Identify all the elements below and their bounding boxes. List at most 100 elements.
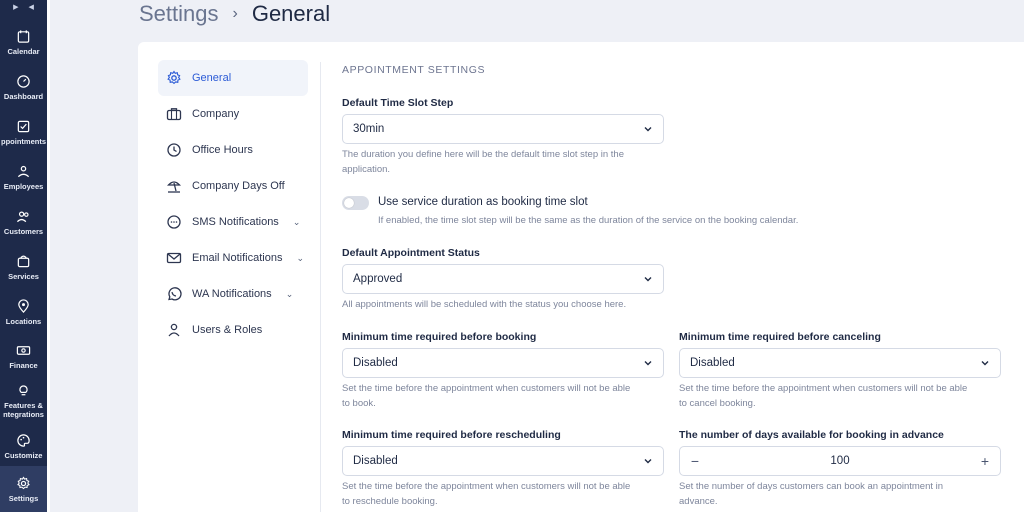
- days-advance-label: The number of days available for booking…: [679, 429, 944, 441]
- page-title: General: [251, 1, 331, 26]
- chevron-down-icon: [644, 459, 652, 464]
- rail-item-customize[interactable]: Customize: [0, 424, 47, 468]
- user-icon: [168, 323, 180, 337]
- sidebar-item-wa-notifications[interactable]: WA Notifications ⌄: [158, 276, 308, 312]
- help-line: to reschedule booking.: [342, 496, 438, 507]
- status-value: Approved: [353, 273, 403, 285]
- sidebar-item-company[interactable]: Company: [158, 96, 308, 132]
- service-duration-toggle[interactable]: [342, 196, 369, 210]
- status-select[interactable]: Approved: [342, 264, 664, 294]
- sidebar-item-label: Users & Roles: [192, 324, 263, 336]
- rail-item-locations[interactable]: Locations: [0, 290, 47, 334]
- chevron-down-icon: ⌄: [296, 252, 305, 263]
- before-rescheduling-value: Disabled: [353, 455, 398, 467]
- help-line: to cancel booking.: [679, 398, 756, 409]
- before-booking-value: Disabled: [353, 357, 398, 369]
- chevron-down-icon: ⌄: [285, 288, 294, 299]
- section-title: APPOINTMENT SETTINGS: [342, 64, 486, 76]
- help-line: to book.: [342, 398, 376, 409]
- sidebar-item-users-roles[interactable]: Users & Roles: [158, 312, 308, 348]
- before-canceling-select[interactable]: Disabled: [679, 348, 1001, 378]
- rail-label: Employees: [3, 181, 44, 191]
- rail-label: Settings: [8, 493, 39, 503]
- before-rescheduling-help: Set the time before the appointment when…: [342, 479, 630, 509]
- before-booking-label: Minimum time required before booking: [342, 331, 537, 343]
- sidebar-item-label: SMS Notifications: [192, 216, 279, 228]
- breadcrumb: Settings › General: [139, 0, 330, 28]
- rail-label: Customize: [4, 450, 43, 460]
- time-slot-label: Default Time Slot Step: [342, 97, 454, 109]
- rail-item-customers[interactable]: Customers: [0, 200, 47, 244]
- clock-icon: [167, 143, 181, 157]
- rail-label-second-line: ntegrations: [3, 410, 44, 419]
- decrement-button[interactable]: −: [688, 453, 702, 469]
- days-advance-value[interactable]: 100: [830, 455, 849, 467]
- collapse-toggle[interactable]: ▶ ◀: [0, 0, 47, 14]
- days-advance-stepper[interactable]: − 100 +: [679, 446, 1001, 476]
- rail-item-employees[interactable]: Employees: [0, 155, 47, 199]
- breadcrumb-parent[interactable]: Settings: [139, 1, 219, 27]
- rail-item-appointments[interactable]: ppointments: [0, 110, 47, 154]
- breadcrumb-separator-icon: ›: [232, 5, 238, 22]
- chevron-down-icon: [644, 127, 652, 132]
- rail-label: Calendar: [7, 46, 40, 56]
- chevron-down-icon: [981, 361, 989, 366]
- help-line: Set the time before the appointment when…: [342, 481, 631, 492]
- before-booking-select[interactable]: Disabled: [342, 348, 664, 378]
- rail-label: ppointments: [1, 136, 46, 146]
- customers-icon: [16, 210, 29, 222]
- time-slot-select[interactable]: 30min: [342, 114, 664, 144]
- sidebar-item-email-notifications[interactable]: Email Notifications ⌄: [158, 240, 308, 276]
- before-canceling-label: Minimum time required before canceling: [679, 331, 881, 343]
- time-slot-value: 30min: [353, 123, 385, 135]
- sidebar-item-label: General: [192, 72, 232, 84]
- service-duration-title: Use service duration as booking time slo…: [378, 196, 588, 208]
- time-slot-help: The duration you define here will be the…: [342, 147, 624, 177]
- rail-item-dashboard[interactable]: Dashboard: [0, 65, 47, 109]
- chevron-down-icon: [644, 277, 652, 282]
- help-line: The duration you define here will be the…: [342, 149, 625, 160]
- settings-sidebar: General Company Office Hours Company Day…: [158, 60, 308, 348]
- rail-label: Services: [8, 271, 39, 281]
- chevron-right-icon: ▶: [13, 4, 19, 11]
- help-line: advance.: [679, 496, 718, 507]
- status-label: Default Appointment Status: [342, 247, 480, 259]
- calendar-icon: [17, 29, 30, 43]
- toggle-knob: [344, 198, 354, 208]
- gear-icon: [167, 70, 181, 85]
- rail-item-calendar[interactable]: Calendar: [0, 20, 47, 64]
- before-canceling-help: Set the time before the appointment when…: [679, 381, 967, 411]
- help-line: Set the number of days customers can boo…: [679, 481, 944, 492]
- bag-icon: [17, 255, 30, 267]
- sidebar-item-company-days-off[interactable]: Company Days Off: [158, 168, 308, 204]
- sidebar-item-label: WA Notifications: [192, 288, 272, 300]
- sidebar-item-general[interactable]: General: [158, 60, 308, 96]
- map-pin-icon: [18, 298, 29, 313]
- status-help: All appointments will be scheduled with …: [342, 299, 627, 310]
- chevron-left-icon: ◀: [28, 4, 34, 11]
- chevron-down-icon: ⌄: [292, 216, 301, 227]
- sidebar-item-label: Company Days Off: [192, 180, 285, 192]
- help-line: Set the time before the appointment when…: [679, 383, 968, 394]
- sidebar-item-office-hours[interactable]: Office Hours: [158, 132, 308, 168]
- rail-item-settings[interactable]: Settings: [0, 466, 47, 512]
- rail-label: Locations: [5, 316, 42, 326]
- days-advance-help: Set the number of days customers can boo…: [679, 479, 943, 509]
- money-icon: [16, 345, 31, 355]
- sidebar-item-sms-notifications[interactable]: SMS Notifications ⌄: [158, 204, 308, 240]
- rail-item-features[interactable]: Features & ntegrations: [0, 378, 47, 424]
- increment-button[interactable]: +: [978, 453, 992, 469]
- gauge-icon: [17, 74, 30, 88]
- palette-icon: [17, 433, 30, 447]
- rail-label: Customers: [3, 226, 44, 236]
- checklist-icon: [17, 120, 30, 132]
- beach-icon: [167, 181, 181, 193]
- rail-label: Features &: [4, 401, 43, 410]
- rail-item-finance[interactable]: Finance: [0, 334, 47, 378]
- rail-item-services[interactable]: Services: [0, 245, 47, 289]
- chevron-down-icon: [644, 361, 652, 366]
- sidebar-divider: [320, 62, 321, 512]
- before-rescheduling-label: Minimum time required before reschedulin…: [342, 429, 561, 441]
- before-rescheduling-select[interactable]: Disabled: [342, 446, 664, 476]
- before-canceling-value: Disabled: [690, 357, 735, 369]
